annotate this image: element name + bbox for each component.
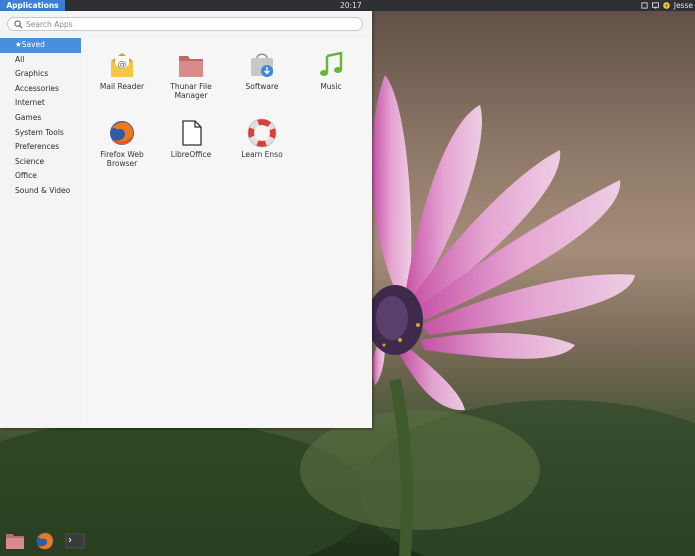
bottom-dock xyxy=(0,528,100,554)
category-internet[interactable]: Internet xyxy=(0,96,81,111)
application-menu: ★Saved All Graphics Accessories Internet… xyxy=(0,11,372,428)
category-all[interactable]: All xyxy=(0,53,81,68)
category-graphics[interactable]: Graphics xyxy=(0,67,81,82)
app-music[interactable]: Music xyxy=(296,50,366,91)
app-firefox-web-browser[interactable]: Firefox Web Browser xyxy=(87,118,157,168)
app-grid: @ Mail Reader Thunar File Manager Softwa… xyxy=(82,38,372,428)
category-office[interactable]: Office xyxy=(0,169,81,184)
system-tray: Jesse xyxy=(641,0,693,11)
applications-menu-button[interactable]: Applications xyxy=(0,0,65,11)
category-system-tools[interactable]: System Tools xyxy=(0,126,81,141)
app-libreoffice[interactable]: LibreOffice xyxy=(156,118,226,159)
app-label: Learn Enso xyxy=(241,150,283,159)
firefox-icon xyxy=(110,121,134,145)
category-preferences[interactable]: Preferences xyxy=(0,140,81,155)
category-saved[interactable]: ★Saved xyxy=(0,38,81,53)
firefox-icon[interactable] xyxy=(34,531,56,551)
network-icon[interactable] xyxy=(641,2,648,9)
app-software[interactable]: Software xyxy=(227,50,297,91)
category-games[interactable]: Games xyxy=(0,111,81,126)
app-learn-enso[interactable]: Learn Enso xyxy=(227,118,297,159)
display-icon[interactable] xyxy=(651,2,659,9)
app-label: LibreOffice xyxy=(170,150,212,159)
music-note-icon xyxy=(320,51,343,76)
panel-clock[interactable]: 20:17 xyxy=(340,0,362,11)
category-accessories[interactable]: Accessories xyxy=(0,82,81,97)
search-box xyxy=(7,17,363,31)
category-sound-video[interactable]: Sound & Video xyxy=(0,184,81,199)
desktop: Applications 20:17 Jesse Search Apps ★Sa… xyxy=(0,0,695,556)
app-label: Firefox Web Browser xyxy=(100,150,144,168)
user-menu[interactable]: Jesse xyxy=(674,0,693,11)
app-mail-reader[interactable]: @ Mail Reader xyxy=(87,50,157,91)
folder-icon xyxy=(179,56,203,77)
power-icon[interactable] xyxy=(662,2,670,9)
document-icon xyxy=(182,120,202,146)
software-store-icon xyxy=(251,53,273,77)
search-input[interactable] xyxy=(26,18,346,30)
app-label: Music xyxy=(320,82,342,91)
app-thunar-file-manager[interactable]: Thunar File Manager xyxy=(156,50,226,100)
terminal-icon[interactable] xyxy=(64,531,86,551)
folder-icon[interactable] xyxy=(4,531,26,551)
mail-reader-icon: @ xyxy=(111,53,133,77)
category-science[interactable]: Science xyxy=(0,155,81,170)
lifebuoy-icon xyxy=(247,118,277,148)
category-sidebar: ★Saved All Graphics Accessories Internet… xyxy=(0,38,81,428)
top-panel: Applications 20:17 Jesse xyxy=(0,0,695,11)
app-label: Mail Reader xyxy=(99,82,145,91)
app-label: Thunar File Manager xyxy=(170,82,212,100)
app-label: Software xyxy=(245,82,279,91)
search-icon xyxy=(14,20,23,29)
